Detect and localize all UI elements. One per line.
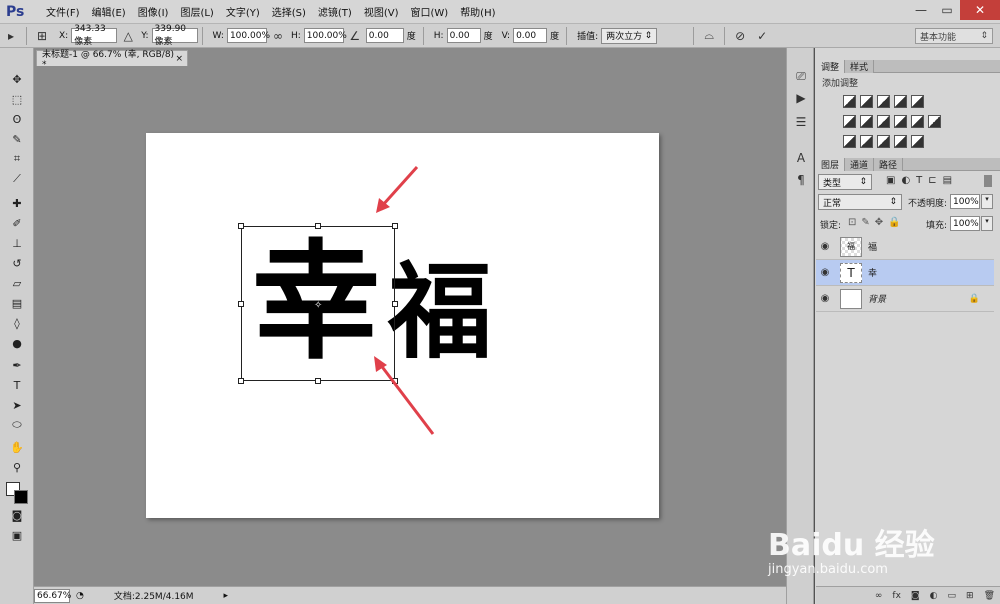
color-balance-icon[interactable]	[860, 115, 873, 128]
chevron-down-icon[interactable]: ▾	[981, 216, 993, 231]
layers-tabs: 图层 通道 路径	[816, 158, 904, 171]
character-panel-icon[interactable]: A	[793, 150, 809, 166]
lock-icon: 🔒	[968, 293, 980, 304]
trash-icon[interactable]: 🗑	[984, 591, 995, 601]
tab-layers[interactable]: 图层	[816, 158, 846, 171]
text-layer-thumbnail-icon: T	[840, 262, 862, 283]
adjustment-layer-icon[interactable]: ◐	[930, 591, 938, 601]
watermark-brand: Baidu 经验	[768, 528, 935, 563]
adjustments-tabs: 调整 样式	[816, 60, 875, 73]
layer-filter-value: 类型	[823, 178, 842, 189]
mask-icon[interactable]: ◙	[911, 591, 920, 601]
layer-row[interactable]: ◉ 福 福	[816, 234, 994, 260]
brightness-icon[interactable]	[843, 95, 856, 108]
status-menu-arrow-icon[interactable]: ▸	[224, 591, 229, 601]
zoom-level-input[interactable]: 66.67%	[34, 588, 71, 603]
watermark-url: jingyan.baidu.com	[768, 562, 888, 577]
invert-icon[interactable]	[843, 135, 856, 148]
fill-label: 填充:	[926, 221, 948, 231]
fill-input[interactable]: 100%	[950, 216, 980, 231]
tab-paths[interactable]: 路径	[874, 158, 904, 171]
eye-icon[interactable]: ◉	[816, 293, 834, 304]
hue-saturation-icon[interactable]	[843, 115, 856, 128]
arrow-top-icon	[376, 165, 419, 213]
properties-panel-icon[interactable]: ☰	[793, 114, 809, 130]
lock-icons[interactable]: ⊡✎✥🔒	[848, 217, 906, 228]
group-icon[interactable]: ▭	[948, 591, 957, 601]
tab-channels[interactable]: 通道	[845, 158, 875, 171]
link-layers-icon[interactable]: ∞	[875, 591, 883, 601]
layer-thumbnail: 福	[840, 236, 862, 257]
threshold-icon[interactable]	[877, 135, 890, 148]
vibrance-icon[interactable]	[911, 95, 924, 108]
layer-name: 幸	[868, 269, 878, 279]
color-lookup-icon[interactable]	[928, 115, 941, 128]
layer-filter-icons[interactable]: ▣◐T⊏▤	[886, 175, 958, 186]
layer-name: 福	[868, 243, 878, 253]
adjustments-title: 添加调整	[822, 79, 859, 89]
lock-label: 锁定:	[820, 221, 842, 231]
layer-name: 背景	[868, 295, 887, 305]
watermark: Baidu 经验 jingyan.baidu.com	[768, 500, 958, 580]
layer-row[interactable]: ◉ T 幸	[816, 260, 994, 286]
tab-adjustments[interactable]: 调整	[816, 60, 846, 73]
status-icon[interactable]: ◔	[76, 591, 84, 601]
layer-filter-select[interactable]: 类型 ⇕	[818, 174, 872, 190]
tab-styles[interactable]: 样式	[845, 60, 875, 73]
levels-icon[interactable]	[860, 95, 873, 108]
selective-color-icon[interactable]	[911, 135, 924, 148]
layer-row[interactable]: ◉ 背景 🔒	[816, 286, 994, 312]
chevron-down-icon: ⇕	[889, 197, 897, 207]
document-info: 文档:2.25M/4.16M	[113, 592, 194, 602]
gradient-map-icon[interactable]	[894, 135, 907, 148]
channel-mixer-icon[interactable]	[911, 115, 924, 128]
new-layer-icon[interactable]: ⊞	[966, 591, 974, 601]
status-bar: 66.67% ◔ 文档:2.25M/4.16M ▸	[34, 586, 786, 604]
layers-panel-footer: ∞ fx ◙ ◐ ▭ ⊞ 🗑	[816, 586, 1000, 604]
actions-panel-icon[interactable]: ▶	[793, 90, 809, 106]
blend-mode-select[interactable]: 正常 ⇕	[818, 194, 902, 210]
posterize-icon[interactable]	[860, 135, 873, 148]
eye-icon[interactable]: ◉	[816, 241, 834, 252]
filter-toggle[interactable]	[984, 175, 992, 187]
fx-icon[interactable]: fx	[892, 591, 901, 601]
chevron-down-icon: ⇕	[859, 177, 867, 187]
exposure-icon[interactable]	[894, 95, 907, 108]
adjustment-icons-row-2	[843, 115, 945, 128]
blend-mode-value: 正常	[823, 198, 842, 209]
layer-thumbnail	[840, 288, 862, 309]
curves-icon[interactable]	[877, 95, 890, 108]
adjustment-icons-row-1	[843, 95, 928, 108]
eye-icon[interactable]: ◉	[816, 267, 834, 278]
opacity-label: 不透明度:	[908, 199, 948, 209]
paragraph-panel-icon[interactable]: ¶	[793, 172, 809, 188]
chevron-down-icon[interactable]: ▾	[981, 194, 993, 209]
layer-thumbnail-glyph: 福	[847, 242, 855, 251]
history-panel-icon[interactable]: ⎚	[793, 68, 809, 84]
black-white-icon[interactable]	[877, 115, 890, 128]
opacity-input[interactable]: 100%	[950, 194, 980, 209]
adjustment-icons-row-3	[843, 135, 928, 148]
photo-filter-icon[interactable]	[894, 115, 907, 128]
arrow-bottom-icon	[374, 356, 435, 435]
